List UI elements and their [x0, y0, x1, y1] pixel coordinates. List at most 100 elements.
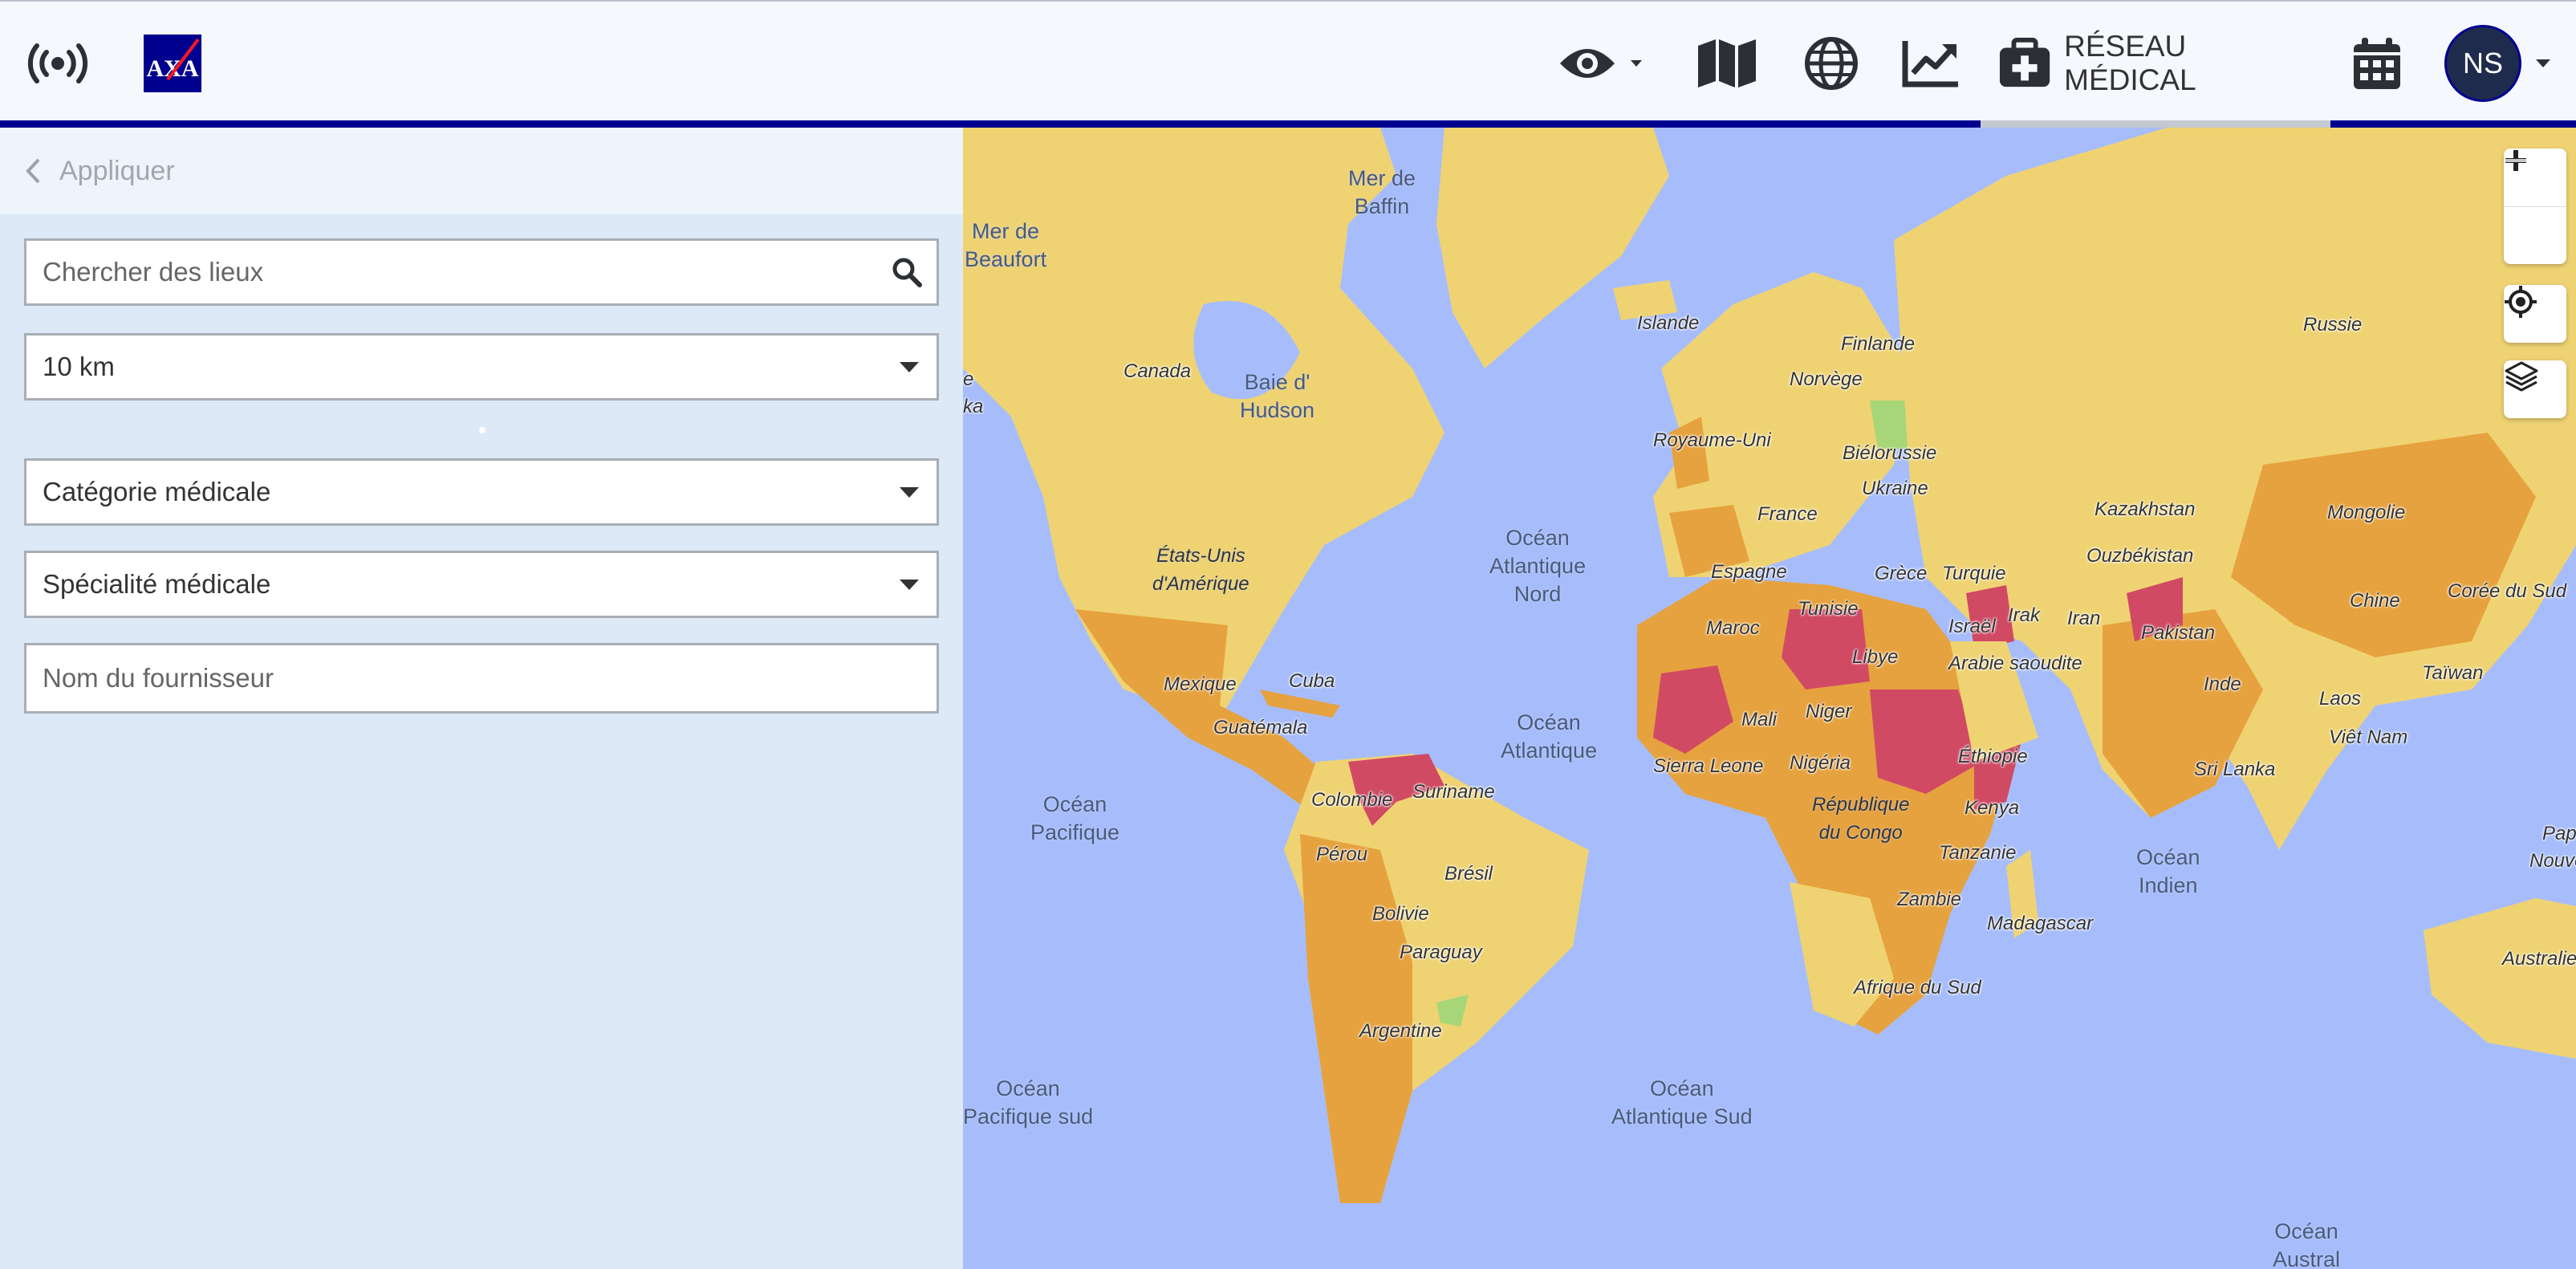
label-royaume-uni: Royaume-Uni — [1653, 429, 1771, 451]
label-ocean-austral: Océan Austral — [2273, 1219, 2341, 1269]
label-vietnam: Viêt Nam — [2329, 726, 2408, 748]
label-bolivie: Bolivie — [1372, 903, 1429, 925]
label-turquie: Turquie — [1942, 563, 2006, 584]
medical-category-select[interactable]: Catégorie médicale — [24, 458, 939, 526]
layers-button[interactable] — [2504, 360, 2566, 418]
nav-label-reseau-medical: RÉSEAU MÉDICAL — [2064, 30, 2196, 96]
label-baie-hudson: Baie d' Hudson — [1240, 370, 1315, 422]
avatar-initials: NS — [2462, 47, 2503, 79]
label-madagascar: Madagascar — [1987, 913, 2094, 934]
label-nouve: Nouve — [2529, 850, 2576, 872]
label-niger: Niger — [1806, 701, 1852, 722]
broadcast-icon[interactable] — [24, 19, 91, 108]
place-search-input[interactable]: Chercher des lieux — [24, 238, 939, 306]
label-colombie: Colombie — [1311, 789, 1393, 811]
search-icon[interactable] — [892, 257, 922, 287]
label-ouzbekistan: Ouzbékistan — [2086, 545, 2194, 567]
label-sri-lanka: Sri Lanka — [2194, 759, 2276, 780]
label-nigeria: Nigéria — [1790, 752, 1851, 774]
label-laos: Laos — [2319, 688, 2362, 710]
label-ocean-atlantique: Océan Atlantique — [1501, 710, 1598, 763]
label-paraguay: Paraguay — [1400, 942, 1482, 963]
label-zambie: Zambie — [1897, 889, 1962, 910]
provider-name-placeholder: Nom du fournisseur — [43, 663, 274, 693]
calendar-icon[interactable] — [2346, 19, 2407, 108]
apply-bar: Appliquer — [0, 128, 963, 214]
label-mexique: Mexique — [1164, 673, 1237, 695]
label-guatemala: Guatémala — [1213, 717, 1308, 738]
minus-icon — [2505, 159, 2526, 162]
label-sierra-leone: Sierra Leone — [1653, 755, 1764, 777]
top-navigation-bar: AXA RÉSEAU MÉDICAL NS — [0, 0, 2576, 120]
zoom-out-button[interactable] — [2504, 159, 2566, 265]
zoom-control — [2504, 148, 2566, 264]
label-bielorussie: Biélorussie — [1843, 442, 1937, 464]
caret-down-icon — [900, 487, 919, 498]
label-pakistan: Pakistan — [2141, 622, 2216, 644]
label-chine: Chine — [2350, 590, 2400, 612]
label-rdc: République du Congo — [1812, 794, 1910, 844]
locate-button[interactable] — [2504, 285, 2566, 343]
label-afrique-sud: Afrique du Sud — [1854, 977, 1981, 999]
label-norvege: Norvège — [1790, 368, 1863, 390]
label-kazakhstan: Kazakhstan — [2095, 498, 2196, 520]
label-russie: Russie — [2303, 314, 2363, 336]
land-australia — [2424, 898, 2576, 1059]
medical-specialty-value: Spécialité médicale — [43, 569, 271, 599]
user-menu[interactable]: NS — [2444, 19, 2565, 108]
label-ocean-pacifique: Océan Pacifique — [1030, 792, 1120, 844]
label-mer-baffin: Mer de Baffin — [1348, 166, 1416, 218]
label-tunisie: Tunisie — [1798, 598, 1859, 620]
label-israel: Israël — [1948, 616, 1996, 637]
label-espagne: Espagne — [1711, 561, 1787, 583]
label-taiwan: Taïwan — [2422, 662, 2484, 684]
axa-logo[interactable]: AXA — [143, 19, 202, 108]
label-suriname: Suriname — [1412, 781, 1495, 803]
apply-button[interactable]: Appliquer — [24, 156, 175, 187]
caret-down-icon — [900, 362, 919, 372]
label-arabie: Arabie saoudite — [1948, 653, 2082, 674]
label-perou: Pérou — [1316, 844, 1368, 865]
label-mali: Mali — [1741, 709, 1778, 730]
label-ocean-atlantique-nord: Océan Atlantique Nord — [1489, 526, 1587, 606]
world-risk-map[interactable]: Mer de Baffin Mer de Beaufort Islande Ru… — [963, 128, 2576, 1269]
label-canada: Canada — [1123, 360, 1192, 382]
label-ocean-pacifique-sud: Océan Pacifique sud — [963, 1076, 1094, 1129]
label-libye: Libye — [1852, 646, 1899, 668]
chart-line-icon[interactable] — [1897, 19, 1965, 108]
medical-kit-icon — [1999, 38, 2050, 87]
label-grece: Grèce — [1875, 563, 1928, 584]
label-cuba: Cuba — [1289, 670, 1335, 692]
avatar: NS — [2444, 25, 2521, 102]
land-cuba — [1260, 689, 1340, 718]
land-greenland — [1436, 128, 1669, 368]
label-finlande: Finlande — [1841, 333, 1916, 355]
map-icon[interactable] — [1693, 19, 1761, 108]
label-argentine: Argentine — [1359, 1020, 1442, 1042]
label-maroc: Maroc — [1706, 617, 1760, 639]
label-coree-sud: Corée du Sud — [2448, 580, 2567, 602]
place-search-placeholder: Chercher des lieux — [43, 257, 264, 287]
label-ukraine: Ukraine — [1862, 478, 1928, 499]
label-tanzanie: Tanzanie — [1939, 842, 2017, 864]
medical-category-value: Catégorie médicale — [43, 477, 271, 506]
eye-icon[interactable] — [1557, 19, 1645, 108]
label-mongolie: Mongolie — [2327, 502, 2406, 523]
label-ethiopie: Éthiopie — [1958, 746, 2028, 767]
label-australie: Australie — [2502, 948, 2576, 970]
radius-select[interactable]: 10 km — [24, 333, 939, 401]
apply-label: Appliquer — [59, 155, 175, 186]
provider-name-input[interactable]: Nom du fournisseur — [24, 643, 939, 714]
chevron-down-icon — [2536, 59, 2550, 67]
chevron-left-icon — [26, 158, 40, 184]
label-kenya: Kenya — [1965, 797, 2020, 819]
label-edge-ka: ka — [963, 396, 984, 417]
medical-specialty-select[interactable]: Spécialité médicale — [24, 551, 939, 618]
caret-down-icon — [900, 580, 919, 590]
layers-icon — [2505, 361, 2538, 392]
nav-active-indicator — [1981, 120, 2330, 128]
label-islande: Islande — [1637, 312, 1700, 334]
globe-icon[interactable] — [1798, 19, 1865, 108]
nav-item-reseau-medical[interactable]: RÉSEAU MÉDICAL — [1998, 19, 2319, 108]
crosshair-icon — [2505, 286, 2537, 318]
